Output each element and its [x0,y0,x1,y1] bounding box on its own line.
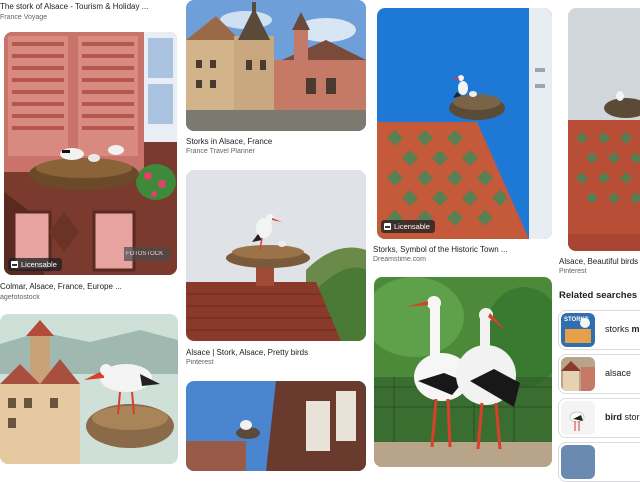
result-image-colmar-storks[interactable]: FOTOSTOCK Licensable [4,32,177,275]
related-search-label: alsace [605,368,632,378]
badge-label: Licensable [394,222,430,231]
result-title[interactable]: The stork of Alsace - Tourism & Holiday … [0,2,178,11]
watermark-text: FOTOSTOCK [126,251,164,257]
related-search-storks[interactable]: STORKS storks m [558,310,640,350]
licensable-badge[interactable]: Licensable [381,220,435,233]
related-search-label: bird stor [605,412,640,422]
roof-partial-photo [568,8,640,251]
result-image-two-storks[interactable] [374,277,552,467]
result-source: France Voyage [0,14,48,21]
result-source: Pinterest [186,359,214,366]
license-icon [384,223,391,230]
result-image-tiled-roof[interactable]: Licensable [377,8,552,239]
result-title[interactable]: Alsace, Beautiful birds [559,257,640,266]
related-thumb-image [561,445,595,479]
result-title[interactable]: Alsace | Stork, Alsace, Pretty birds [186,348,366,357]
result-image-illustration[interactable] [0,314,178,464]
colmar-storks-photo [4,32,177,275]
result-image-roof-nest[interactable] [186,170,366,341]
illustration-photo [0,314,178,464]
related-thumb-image [561,357,595,391]
two-storks-photo [374,277,552,467]
result-title[interactable]: Storks, Symbol of the Historic Town ... [373,245,552,254]
result-source: France Travel Planner [186,148,255,155]
tiled-roof-photo [377,8,552,239]
license-icon [11,261,18,268]
badge-label: Licensable [21,260,57,269]
related-searches-heading: Related searches [559,290,638,301]
related-thumb-image [561,401,595,435]
result-title[interactable]: Colmar, Alsace, France, Europe ... [0,282,178,291]
church-photo [186,0,366,131]
related-thumb-text: STORKS [564,317,589,323]
licensable-badge[interactable]: Licensable [8,258,62,271]
related-search-partial[interactable] [558,442,640,482]
result-image-roof-partial[interactable] [568,8,640,251]
related-search-alsace[interactable]: alsace [558,354,640,394]
result-source: agefotostock [0,294,40,301]
related-thumb [561,357,595,391]
result-image-church[interactable] [186,0,366,131]
roof-nest-photo [186,170,366,341]
related-thumb [561,401,595,435]
result-source: Pinterest [559,268,587,275]
result-source: Dreamstime.com [373,256,426,263]
result-title[interactable]: Storks in Alsace, France [186,137,366,146]
related-search-label: storks m [605,324,640,334]
related-thumb [561,445,595,479]
related-thumb: STORKS [561,313,595,347]
related-search-bird-storks[interactable]: bird stor [558,398,640,438]
